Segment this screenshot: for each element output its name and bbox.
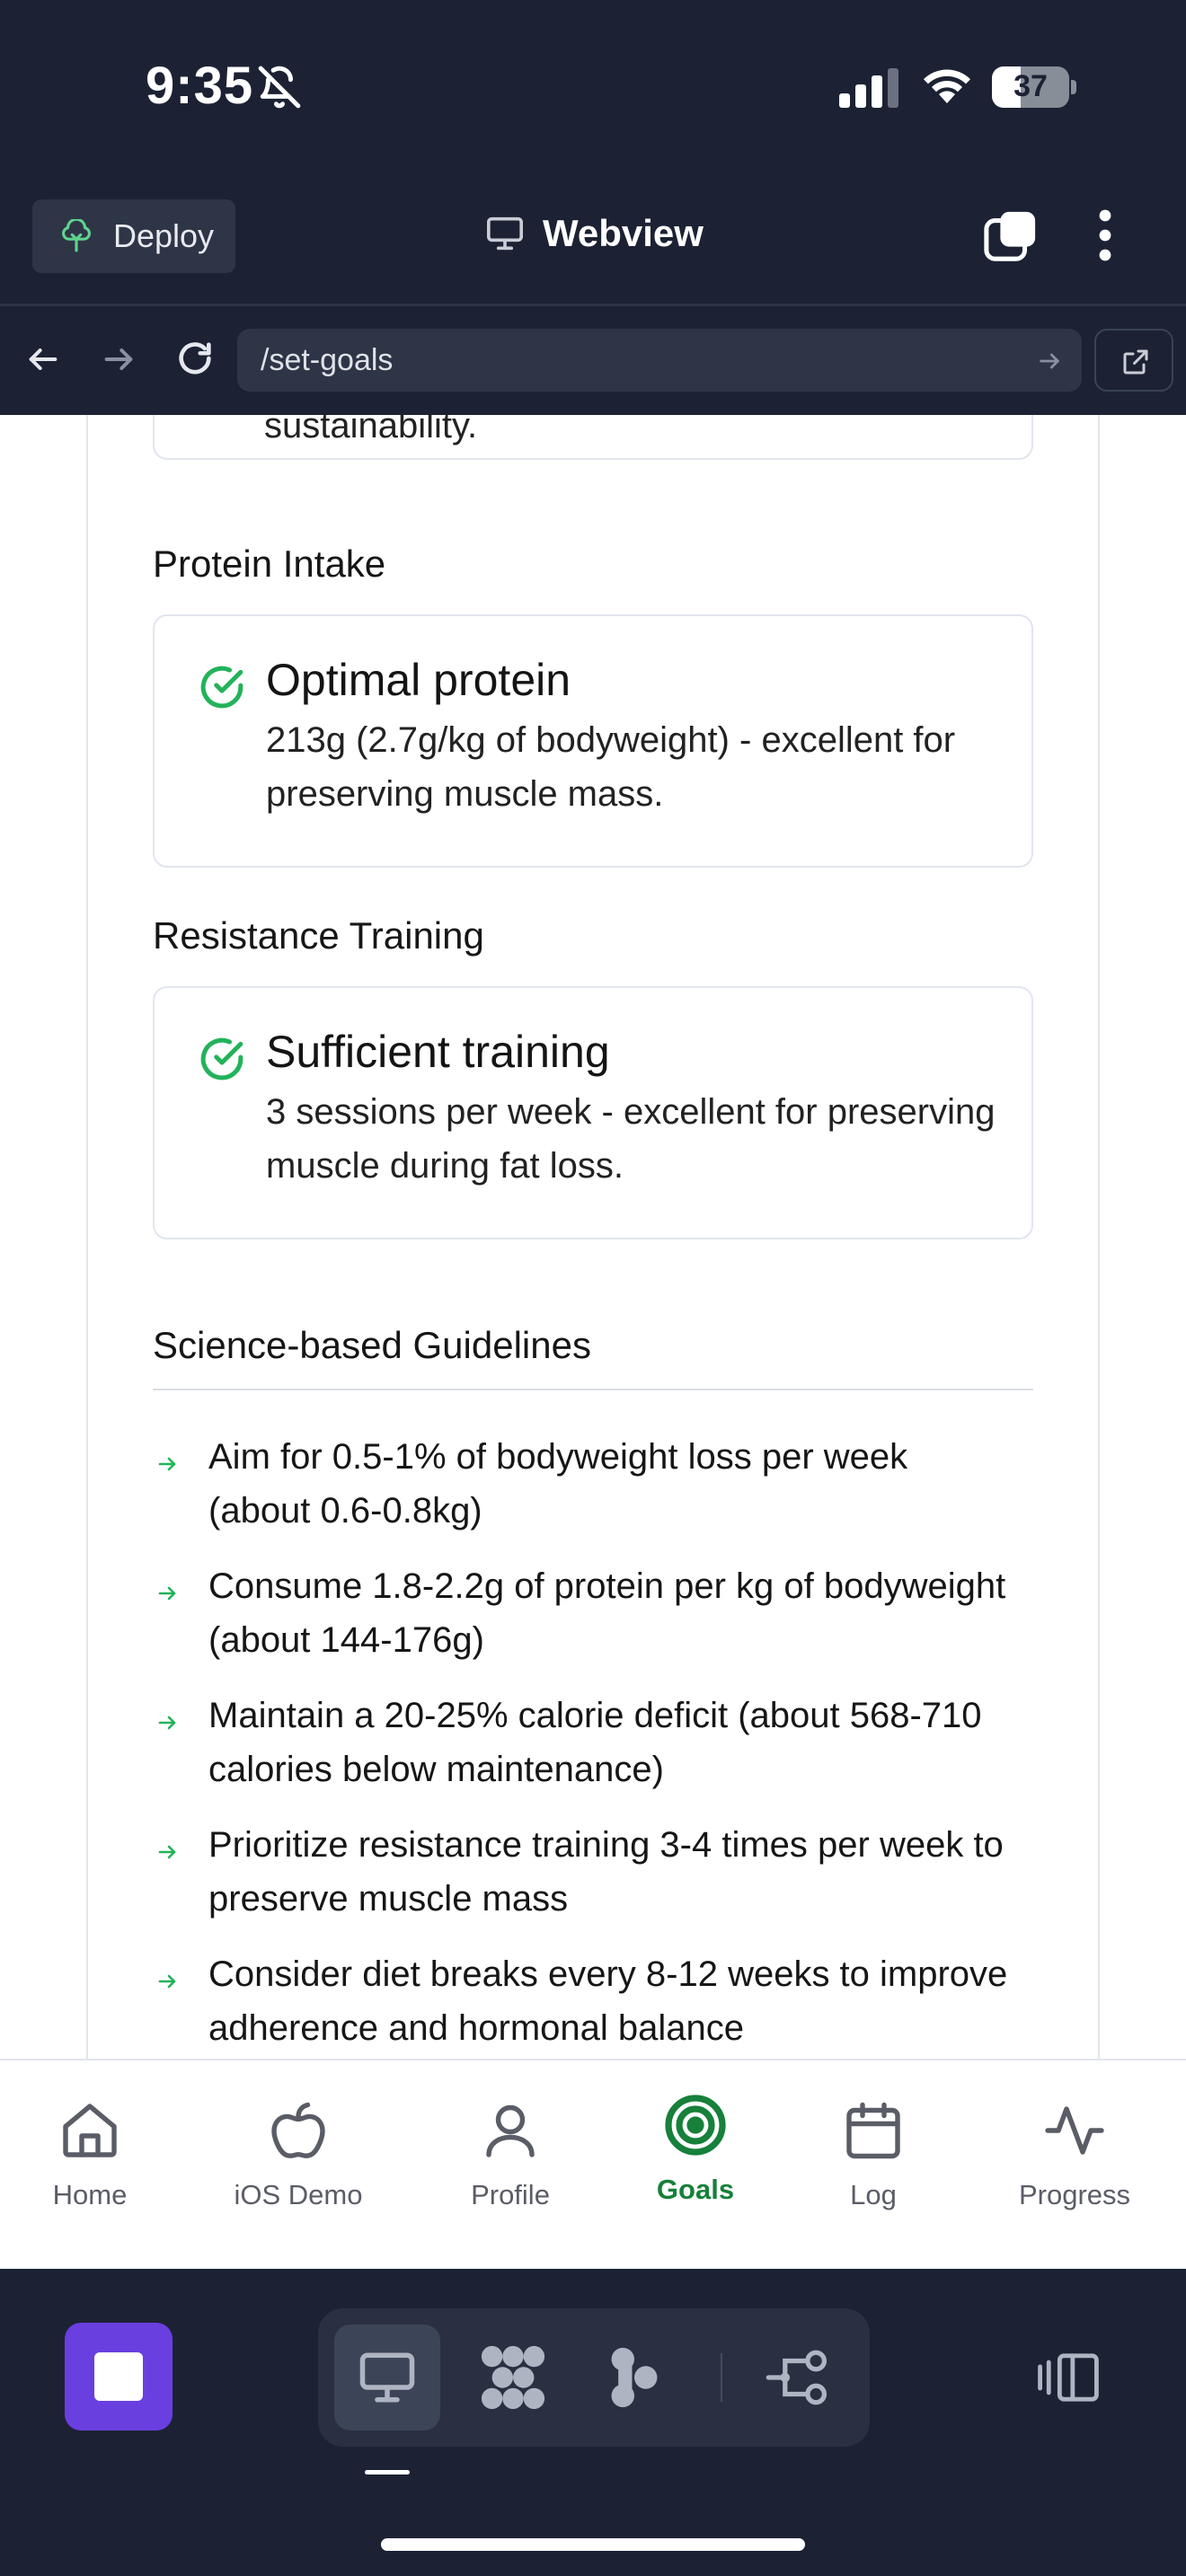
check-circle-icon <box>200 666 243 709</box>
arrow-right-icon <box>158 1845 176 1859</box>
check-circle-icon <box>200 1037 243 1081</box>
training-section-label: Resistance Training <box>153 914 484 957</box>
more-options-icon[interactable] <box>1087 208 1123 262</box>
cellular-signal-icon <box>839 68 898 108</box>
tab-ios-demo[interactable]: iOS Demo <box>217 2060 379 2271</box>
target-icon <box>665 2095 726 2156</box>
monitor-icon <box>487 216 523 251</box>
user-icon <box>486 2104 535 2157</box>
external-link-icon <box>1123 349 1148 375</box>
tab-home[interactable]: Home <box>36 2060 144 2271</box>
guideline-text: Prioritize resistance training 3-4 times… <box>208 1825 1004 1919</box>
guidelines-divider <box>153 1389 1033 1390</box>
status-time: 9:35 <box>146 57 254 115</box>
forward-arrow-icon[interactable] <box>101 341 137 377</box>
tab-profile[interactable]: Profile <box>456 2060 564 2271</box>
arrow-right-icon <box>158 1974 176 1989</box>
status-bar: 9:35 37 <box>0 0 1186 180</box>
tab-ios-demo-label: iOS Demo <box>234 2179 363 2210</box>
url-bar[interactable]: /set-goals <box>237 329 1082 392</box>
tab-goals-label: Goals <box>656 2174 735 2205</box>
dev-dock <box>0 2269 1186 2576</box>
active-mode-indicator <box>365 2470 410 2475</box>
arrow-right-icon <box>158 1716 176 1730</box>
bell-slash-icon <box>258 66 301 109</box>
training-status-title: Sufficient training <box>266 1027 610 1077</box>
wifi-icon <box>924 69 970 103</box>
training-status-box: Sufficient training 3 sessions per week … <box>153 986 1033 1239</box>
battery-percent: 37 <box>1013 69 1048 103</box>
view-mode-switcher <box>318 2308 870 2447</box>
tab-progress[interactable]: Progress <box>1003 2060 1146 2271</box>
page-content: sustainability. Protein Intake Optimal p… <box>0 415 1186 2059</box>
webview-mode-button[interactable] <box>334 2325 440 2430</box>
flow-icon[interactable] <box>609 2344 659 2411</box>
webview-label: Webview <box>543 212 704 254</box>
protein-section-label: Protein Intake <box>153 543 386 585</box>
training-status-description: 3 sessions per week - excellent for pres… <box>266 1092 996 1186</box>
tab-goals[interactable]: Goals <box>642 2060 749 2271</box>
protein-status-description: 213g (2.7g/kg of bodyweight) - excellent… <box>266 720 956 814</box>
tab-home-label: Home <box>52 2179 128 2210</box>
toolbar-divider <box>0 304 1186 306</box>
open-external-button[interactable] <box>1094 329 1173 392</box>
stop-button[interactable] <box>65 2323 173 2430</box>
deploy-button[interactable]: Deploy <box>32 199 235 273</box>
home-icon <box>63 2104 117 2157</box>
tab-progress-label: Progress <box>1018 2179 1131 2210</box>
guideline-text: Maintain a 20-25% calorie deficit (about… <box>208 1696 982 1789</box>
reload-icon[interactable] <box>174 338 216 379</box>
apple-icon <box>271 2102 325 2158</box>
branch-icon[interactable] <box>764 2348 830 2407</box>
side-panel-icon[interactable] <box>1035 2351 1102 2404</box>
go-arrow-icon[interactable] <box>1037 348 1062 374</box>
protein-status-title: Optimal protein <box>266 655 571 705</box>
code-blocks-icon[interactable] <box>478 2344 548 2411</box>
deploy-label: Deploy <box>113 217 215 254</box>
tab-profile-label: Profile <box>471 2179 550 2210</box>
home-indicator[interactable] <box>381 2538 805 2551</box>
arrow-right-icon <box>158 1457 176 1471</box>
webview-title: Webview <box>485 212 704 255</box>
battery-indicator: 37 <box>992 66 1076 108</box>
guideline-text: Consume 1.8-2.2g of protein per kg of bo… <box>208 1566 1006 1660</box>
tab-log-label: Log <box>850 2179 897 2210</box>
protein-status-box: Optimal protein 213g (2.7g/kg of bodywei… <box>153 614 1033 868</box>
dock-separator <box>721 2353 722 2402</box>
calendar-icon <box>846 2102 900 2159</box>
guideline-text: Aim for 0.5-1% of bodyweight loss per we… <box>208 1437 908 1531</box>
arrow-right-icon <box>158 1586 176 1601</box>
guidelines-title: Science-based Guidelines <box>153 1324 591 1366</box>
url-text: /set-goals <box>261 343 394 377</box>
bottom-tab-bar: Home iOS Demo Profile Goals Log Progress <box>0 2059 1186 2269</box>
guideline-text: Consider diet breaks every 8-12 weeks to… <box>208 1954 1008 2048</box>
monitor-icon <box>359 2352 415 2403</box>
tabs-icon[interactable] <box>983 208 1039 264</box>
stop-icon <box>94 2352 143 2401</box>
tab-log[interactable]: Log <box>819 2060 927 2271</box>
activity-icon <box>1045 2106 1104 2155</box>
back-arrow-icon[interactable] <box>25 341 61 377</box>
previous-text: sustainability. <box>264 415 478 446</box>
tree-icon <box>61 219 92 252</box>
